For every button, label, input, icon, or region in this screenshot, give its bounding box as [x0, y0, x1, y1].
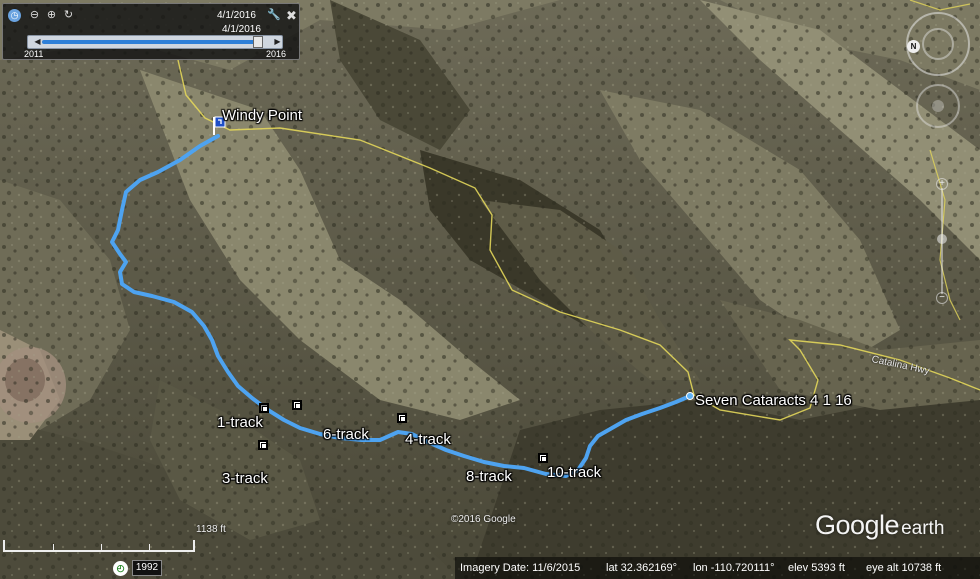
- slider-date-label: 4/1/2016: [222, 24, 261, 35]
- waypoint-1-label[interactable]: 1-track: [217, 414, 263, 431]
- waypoint-8-label[interactable]: 8-track: [466, 468, 512, 485]
- latitude-text: lat 32.362169°: [606, 562, 678, 574]
- logo-earth-text: earth: [901, 518, 945, 539]
- current-date-label: 4/1/2016: [217, 10, 256, 21]
- copyright-text: ©2016 Google: [451, 514, 516, 525]
- move-control-center[interactable]: [932, 100, 944, 112]
- imagery-date-text: Imagery Date: 11/6/2015: [460, 562, 581, 574]
- scale-tick: [149, 544, 150, 550]
- compass-control[interactable]: N: [906, 12, 970, 76]
- zoom-out-icon[interactable]: ⊖: [28, 9, 41, 22]
- zoom-plus-icon[interactable]: +: [936, 178, 948, 190]
- loop-icon[interactable]: ↻: [62, 9, 75, 22]
- logo-google-text: Google: [815, 510, 900, 540]
- waypoint-10-label[interactable]: 10-track: [547, 464, 601, 481]
- seven-cataracts-marker[interactable]: [686, 392, 694, 400]
- scale-tick: [101, 544, 102, 550]
- zoom-slider[interactable]: + −: [936, 178, 948, 304]
- scale-tick: [53, 544, 54, 550]
- longitude-text: lon -110.720111°: [693, 562, 775, 574]
- compass-center[interactable]: [922, 28, 954, 60]
- waypoint-4-label[interactable]: 4-track: [405, 431, 451, 448]
- historical-imagery-icon[interactable]: ◴: [113, 561, 128, 576]
- step-forward-icon[interactable]: ▶: [273, 37, 282, 46]
- status-bar: ◴ 1992 Imagery Date: 11/6/2015 lat 32.36…: [0, 557, 980, 579]
- time-slider-thumb[interactable]: [253, 36, 263, 48]
- time-slider-fill: [42, 40, 262, 44]
- waypoint-3-label[interactable]: 3-track: [222, 470, 268, 487]
- eye-altitude-text: eye alt 10738 ft: [866, 562, 942, 574]
- zoom-in-icon[interactable]: ⊕: [45, 9, 58, 22]
- seven-cataracts-label[interactable]: Seven Cataracts 4 1 16: [695, 392, 852, 409]
- waypoint-marker[interactable]: [292, 400, 302, 410]
- elevation-text: elev 5393 ft: [788, 562, 845, 574]
- waypoint-10-marker[interactable]: [538, 453, 548, 463]
- time-slider-panel: ◷ ⊖ ⊕ ↻ 4/1/2016 🔧 ✖ 4/1/2016 ◀ ▶ 2011 2…: [2, 3, 300, 60]
- zoom-minus-icon[interactable]: −: [936, 292, 948, 304]
- waypoint-1-marker[interactable]: [259, 403, 269, 413]
- time-slider-track[interactable]: [27, 35, 283, 49]
- windy-point-label[interactable]: Windy Point: [222, 107, 302, 124]
- start-year-label: 2011: [24, 49, 44, 59]
- terrain-imagery[interactable]: [0, 0, 980, 579]
- scale-label: 1138 ft: [196, 524, 226, 535]
- zoom-slider-knob[interactable]: [937, 234, 947, 244]
- close-icon[interactable]: ✖: [285, 9, 298, 22]
- waypoint-4-marker[interactable]: [397, 413, 407, 423]
- historical-imagery-year[interactable]: 1992: [132, 560, 162, 576]
- scale-bar: [3, 540, 195, 552]
- waypoint-6-label[interactable]: 6-track: [323, 426, 369, 443]
- google-earth-logo: Google earth: [815, 510, 944, 541]
- wrench-icon[interactable]: 🔧: [267, 9, 281, 22]
- step-back-icon[interactable]: ◀: [33, 37, 42, 46]
- compass-north-icon[interactable]: N: [907, 40, 920, 53]
- clock-icon[interactable]: ◷: [8, 9, 21, 22]
- waypoint-3-marker[interactable]: [258, 440, 268, 450]
- end-year-label: 2016: [266, 49, 287, 59]
- move-control[interactable]: [916, 84, 960, 128]
